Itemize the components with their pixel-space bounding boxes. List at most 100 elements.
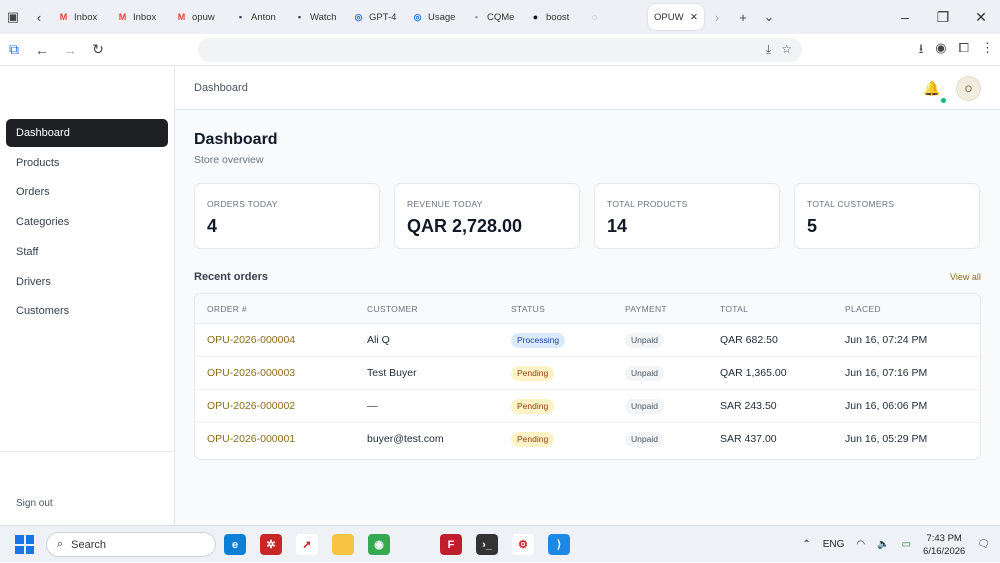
browser-toolbar: ⧉ ← → ↻ ⤓ ☆ ⭳ ◉ ⧠ ⋮ (0, 34, 1000, 66)
customer-cell: buyer@test.com (367, 433, 444, 445)
bookmark-star-icon[interactable]: ☆ (781, 42, 792, 57)
app-blank-icon[interactable] (404, 534, 426, 555)
restore-icon[interactable]: ❐ (924, 9, 962, 26)
address-bar[interactable]: ⤓ ☆ (198, 38, 802, 62)
menu-icon[interactable]: ⋮ (981, 40, 994, 62)
placed-cell: Jun 16, 07:24 PM (845, 334, 928, 346)
address-bar-actions: ⤓ ☆ (766, 42, 792, 57)
taskbar-search[interactable]: ⌕ Search (46, 532, 216, 557)
reload-icon[interactable]: ↻ (84, 41, 112, 58)
order-number-link[interactable]: OPU-2026-000003 (207, 357, 295, 390)
total-cell: QAR 1,365.00 (720, 367, 787, 379)
table-row[interactable]: OPU-2026-000002 — Pending Unpaid SAR 243.50 J… (195, 390, 980, 423)
browser-tab[interactable]: M Inbox (52, 4, 111, 30)
status-cell: Pending (511, 390, 555, 423)
loading-icon: ◌ (591, 12, 598, 22)
browser-tab[interactable]: ▪ Watch (288, 4, 347, 30)
order-number-link[interactable]: OPU-2026-000001 (207, 423, 295, 456)
browser-tab[interactable]: ◎ GPT-4 (347, 4, 406, 30)
browser-tab-label: opuw (192, 11, 215, 23)
tab-active[interactable]: OPUW ✕ (648, 4, 704, 30)
clock-time: 7:43 PM (926, 532, 962, 544)
close-window-icon[interactable]: ✕ (962, 9, 1000, 26)
chevron-up-icon[interactable]: ⌃ (802, 539, 810, 550)
browser-tab-strip: ▣ ‹ M Inbox M Inbox Mopuw ▪ Anton ▪ Watch ◎ GPT-4 ◎… (0, 0, 1000, 34)
recent-orders-title: Recent orders (194, 271, 268, 283)
tab-scroll-left-icon[interactable]: ‹ (26, 4, 52, 30)
minimize-icon[interactable]: – (886, 9, 924, 25)
vscode-icon[interactable]: ⟩ (548, 534, 570, 555)
edge-icon[interactable]: e (224, 534, 246, 555)
tab-actions-icon[interactable]: ▣ (0, 4, 26, 30)
forward-icon[interactable]: → (56, 42, 84, 58)
github-icon: ● (532, 12, 539, 22)
table-row[interactable]: OPU-2026-000001 buyer@test.com Pending Unpa… (195, 423, 980, 456)
sidebar-item-categories[interactable]: Categories (6, 208, 168, 236)
browser-tab[interactable]: ● boost (524, 4, 583, 30)
breadcrumb[interactable]: Dashboard (194, 82, 248, 94)
browser-tab-label: Watch (310, 11, 337, 23)
page-subtitle: Store overview (194, 154, 264, 166)
volume-icon[interactable]: 🔈 (877, 539, 889, 550)
payment-badge: Unpaid (625, 366, 664, 381)
view-all-link[interactable]: View all (950, 272, 981, 282)
browser-tab[interactable]: ◌ (583, 4, 642, 30)
column-header-order: ORDER # (207, 304, 247, 314)
sidebar-item-staff[interactable]: Staff (6, 238, 168, 266)
terminal-icon[interactable]: ›_ (476, 534, 498, 555)
back-icon[interactable]: ← (28, 42, 56, 58)
sidebar-item-products[interactable]: Products (6, 149, 168, 177)
sidebar-item-drivers[interactable]: Drivers (6, 268, 168, 296)
status-cell: Pending (511, 423, 555, 456)
notifications-icon[interactable]: 🗨 (977, 539, 990, 550)
column-header-placed: PLACED (845, 304, 881, 314)
app-red-icon[interactable]: ✲ (260, 534, 282, 555)
tab-active-label: OPUW (654, 11, 684, 23)
sidebar-item-customers[interactable]: Customers (6, 297, 168, 325)
status-badge: Pending (511, 366, 555, 381)
stat-label: TOTAL CUSTOMERS (807, 199, 895, 209)
clock[interactable]: 7:43 PM 6/16/2026 (923, 532, 965, 558)
browser-tab[interactable]: ▪ CQMe (465, 4, 524, 30)
sidebar-item-label: Dashboard (16, 127, 70, 139)
avatar[interactable]: O (956, 76, 981, 101)
battery-icon[interactable]: ▭ (902, 539, 911, 550)
payment-badge: Unpaid (625, 333, 664, 348)
table-row[interactable]: OPU-2026-000004 Ali Q Processing Unpaid QAR … (195, 324, 980, 357)
wifi-icon[interactable]: ◠ (856, 539, 865, 550)
downloads-icon[interactable]: ⭳ (919, 40, 924, 62)
workspace-icon[interactable]: ⧉ (0, 41, 28, 58)
start-button[interactable] (15, 535, 34, 554)
sidebar-item-label: Customers (16, 305, 70, 318)
sidebar-item-dashboard[interactable]: Dashboard (6, 119, 168, 147)
order-number-link[interactable]: OPU-2026-000004 (207, 324, 295, 357)
sign-out-link[interactable]: Sign out (16, 498, 53, 509)
app-tool-icon[interactable]: ⚙ (512, 534, 534, 555)
extensions-icon[interactable]: ⧠ (959, 40, 969, 62)
install-app-icon[interactable]: ⤓ (766, 42, 771, 57)
browser-tab[interactable]: Mopuw (170, 4, 229, 30)
app-arrow-icon[interactable]: ➚ (296, 534, 318, 555)
tab-search-icon[interactable]: ⌄ (756, 4, 782, 30)
chrome-icon[interactable]: ◉ (368, 534, 390, 555)
profile-icon[interactable]: ◉ (935, 40, 946, 62)
new-tab-icon[interactable]: + (730, 4, 756, 30)
browser-tab-label: GPT-4 (369, 11, 397, 23)
browser-tab[interactable]: M Inbox (111, 4, 170, 30)
sidebar-item-orders[interactable]: Orders (6, 178, 168, 206)
language-indicator[interactable]: ENG (823, 539, 845, 550)
close-tab-icon[interactable]: ✕ (690, 12, 698, 23)
bell-icon[interactable]: 🔔 (923, 80, 940, 97)
filezilla-icon[interactable]: F (440, 534, 462, 555)
browser-tab[interactable]: ◎ Usage (406, 4, 465, 30)
app-icon: ▪ (297, 12, 302, 22)
order-number-link[interactable]: OPU-2026-000002 (207, 390, 295, 423)
file-explorer-icon[interactable] (332, 534, 354, 555)
stat-label: REVENUE TODAY (407, 199, 483, 209)
status-cell: Pending (511, 357, 555, 390)
tab-scroll-right-icon[interactable]: › (704, 4, 730, 30)
globe-icon: ◎ (354, 11, 363, 22)
browser-tab[interactable]: ▪ Anton (229, 4, 288, 30)
column-header-customer: CUSTOMER (367, 304, 418, 314)
table-row[interactable]: OPU-2026-000003 Test Buyer Pending Unpaid QA… (195, 357, 980, 390)
